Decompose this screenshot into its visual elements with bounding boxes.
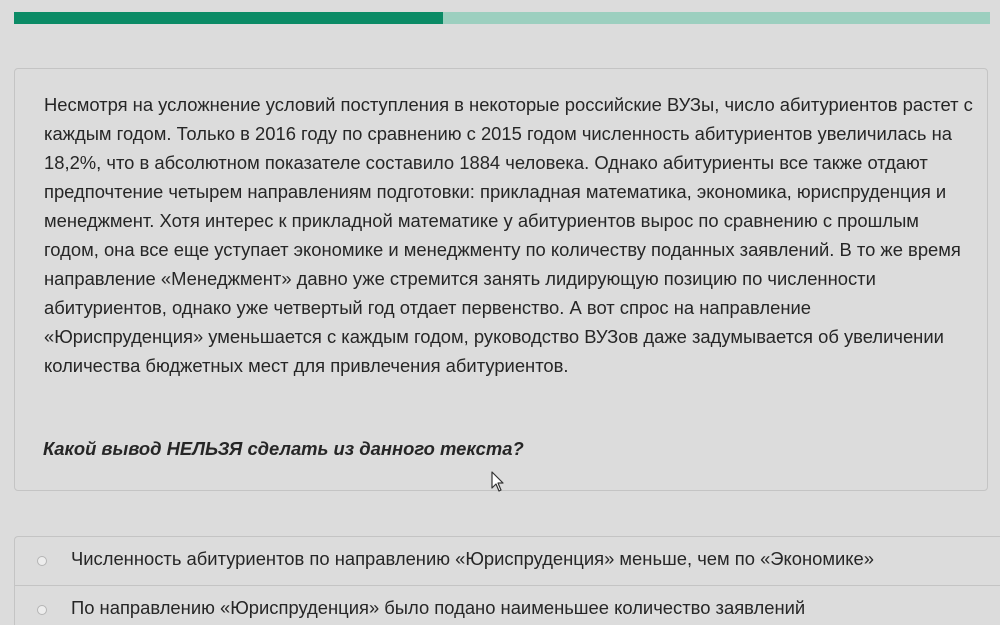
mouse-cursor-icon xyxy=(491,471,504,492)
answer-option-1[interactable]: Численность абитуриентов по направлению … xyxy=(14,536,1000,586)
answer-option-2[interactable]: По направлению «Юриспруденция» было пода… xyxy=(14,586,1000,625)
question-text: Какой вывод НЕЛЬЗЯ сделать из данного те… xyxy=(43,438,524,459)
radio-button-icon[interactable] xyxy=(37,605,47,615)
passage-text: Несмотря на усложнение условий поступлен… xyxy=(44,94,973,376)
radio-button-icon[interactable] xyxy=(37,556,47,566)
question-card: Несмотря на усложнение условий поступлен… xyxy=(14,68,988,491)
answer-options: Численность абитуриентов по направлению … xyxy=(14,536,1000,625)
answer-option-label: Численность абитуриентов по направлению … xyxy=(71,548,875,569)
quiz-page: Несмотря на усложнение условий поступлен… xyxy=(0,0,1000,625)
answer-option-label: По направлению «Юриспруденция» было пода… xyxy=(71,597,806,618)
progress-bar xyxy=(14,12,990,24)
progress-fill xyxy=(14,12,444,24)
